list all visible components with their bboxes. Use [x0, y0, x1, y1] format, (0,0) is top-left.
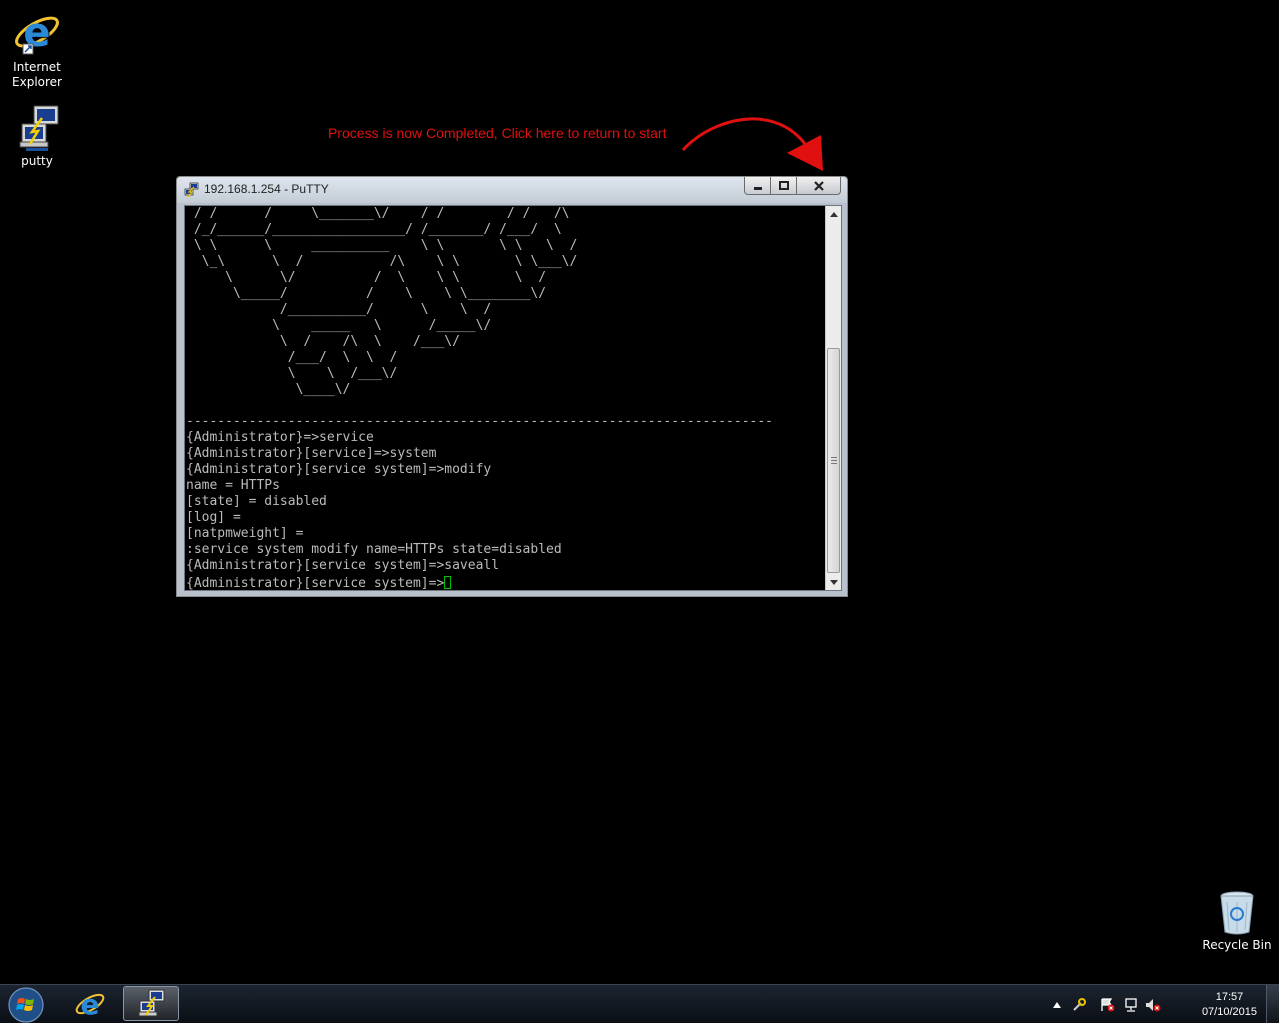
putty-window[interactable]: 192.168.1.254 - PuTTY / / / \_______\/ /…: [176, 176, 848, 597]
terminal-line: {Administrator}[service]=>system: [186, 446, 437, 461]
terminal-line: :service system modify name=HTTPs state=…: [186, 542, 562, 557]
recycle-bin-label: Recycle Bin: [1202, 938, 1272, 952]
terminal-line: {Administrator}=>service: [186, 430, 374, 445]
internet-explorer-label-2: Explorer: [12, 75, 62, 89]
svg-text:e: e: [81, 988, 100, 1020]
volume-muted-icon: [1146, 999, 1161, 1012]
scroll-up-arrow-icon: [830, 211, 838, 217]
action-center-flag-icon: [1101, 998, 1115, 1012]
show-hidden-icons-button[interactable]: [1049, 998, 1065, 1012]
putty-titlebar[interactable]: 192.168.1.254 - PuTTY: [177, 177, 847, 203]
internet-explorer-label-1: Internet: [13, 60, 61, 74]
minimize-button[interactable]: [744, 177, 771, 195]
annotation-arrow-icon: [681, 117, 823, 171]
taskbar-internet-explorer[interactable]: e: [62, 986, 118, 1021]
desktop-icon-recycle-bin[interactable]: Recycle Bin: [1201, 888, 1273, 953]
scroll-down-button[interactable]: [826, 574, 841, 590]
desktop-icon-putty[interactable]: putty: [1, 104, 73, 169]
terminal-line: \_\ \ / /\ \ \ \ \___\/: [186, 254, 578, 269]
putty-window-title: 192.168.1.254 - PuTTY: [204, 182, 329, 196]
internet-explorer-icon: e: [15, 10, 59, 56]
putty-icon: [19, 105, 59, 151]
terminal-line: [log] =: [186, 510, 241, 525]
terminal-line: / / / \_______\/ / / / / /\: [186, 206, 570, 221]
minimize-icon: [753, 186, 762, 190]
terminal-scrollbar[interactable]: [825, 206, 841, 590]
terminal-prompt: {Administrator}[service system]=>: [186, 576, 445, 591]
terminal-line: \____\/: [186, 382, 351, 397]
maximize-icon: [778, 180, 789, 190]
putty-title-icon: [184, 182, 199, 198]
taskbar-putty[interactable]: [123, 986, 179, 1021]
taskbar-clock[interactable]: 17:57 07/10/2015: [1202, 990, 1257, 1020]
putty-label: putty: [21, 154, 53, 168]
show-desktop-button[interactable]: [1266, 985, 1279, 1023]
terminal-line: \ \ /___\/: [186, 366, 398, 381]
terminal-line: name = HTTPs: [186, 478, 280, 493]
chevron-up-icon: [1053, 1002, 1061, 1008]
windows-start-orb-icon: [8, 986, 44, 1023]
terminal-line: [natpmweight] =: [186, 526, 304, 541]
terminal-line: \_____/ / \ \ \________\/: [186, 286, 547, 301]
internet-explorer-icon: e: [75, 988, 105, 1020]
terminal-line: \ \ \ __________ \ \ \ \ \ /: [186, 238, 578, 253]
action-center-button[interactable]: [1099, 998, 1115, 1012]
desktop-icon-internet-explorer[interactable]: e Internet Explorer: [1, 6, 73, 90]
close-button[interactable]: [797, 177, 841, 195]
scroll-up-button[interactable]: [826, 206, 841, 222]
terminal-area[interactable]: / / / \_______\/ / / / / /\ /_/______/__…: [184, 205, 842, 591]
close-icon: [813, 180, 824, 191]
network-icon: [1125, 998, 1137, 1012]
system-tray: 17:57 07/10/2015: [1049, 985, 1279, 1023]
terminal-line: [state] = disabled: [186, 494, 327, 509]
terminal-line: /__________/ \ \ /: [186, 302, 492, 317]
terminal-output: / / / \_______\/ / / / / /\ /_/______/__…: [186, 206, 826, 574]
putty-icon: [138, 989, 165, 1016]
taskbar: e 17:57 07/10/2015: [0, 984, 1279, 1023]
terminal-line: /___/ \ \ /: [186, 350, 398, 365]
terminal-line: {Administrator}[service system]=>modify: [186, 462, 492, 477]
terminal-line: /_/______/_________________/ /_______/ /…: [186, 222, 562, 237]
maximize-button[interactable]: [771, 177, 797, 195]
tray-tools-icon-button[interactable]: [1071, 998, 1087, 1012]
start-button[interactable]: [4, 986, 48, 1023]
clock-date: 07/10/2015: [1201, 1006, 1257, 1018]
completion-annotation: Process is now Completed, Click here to …: [328, 125, 667, 141]
terminal-line: ----------------------------------------…: [186, 414, 773, 429]
clock-time: 17:57: [1215, 991, 1244, 1003]
terminal-line: \ / /\ \ /___\/: [186, 334, 460, 349]
terminal-prompt-line[interactable]: {Administrator}[service system]=>: [186, 576, 452, 591]
terminal-line: \ \/ / \ \ \ \ /: [186, 270, 547, 285]
scroll-down-arrow-icon: [830, 579, 838, 585]
recycle-bin-icon: [1220, 891, 1254, 935]
tools-icon: [1073, 998, 1086, 1011]
terminal-line: {Administrator}[service system]=>saveall: [186, 558, 500, 573]
terminal-line: \ _____ \ /_____\/: [186, 318, 492, 333]
network-button[interactable]: [1123, 998, 1139, 1012]
scroll-thumb[interactable]: [827, 348, 840, 573]
terminal-cursor: [444, 576, 452, 589]
volume-button[interactable]: [1145, 998, 1161, 1012]
